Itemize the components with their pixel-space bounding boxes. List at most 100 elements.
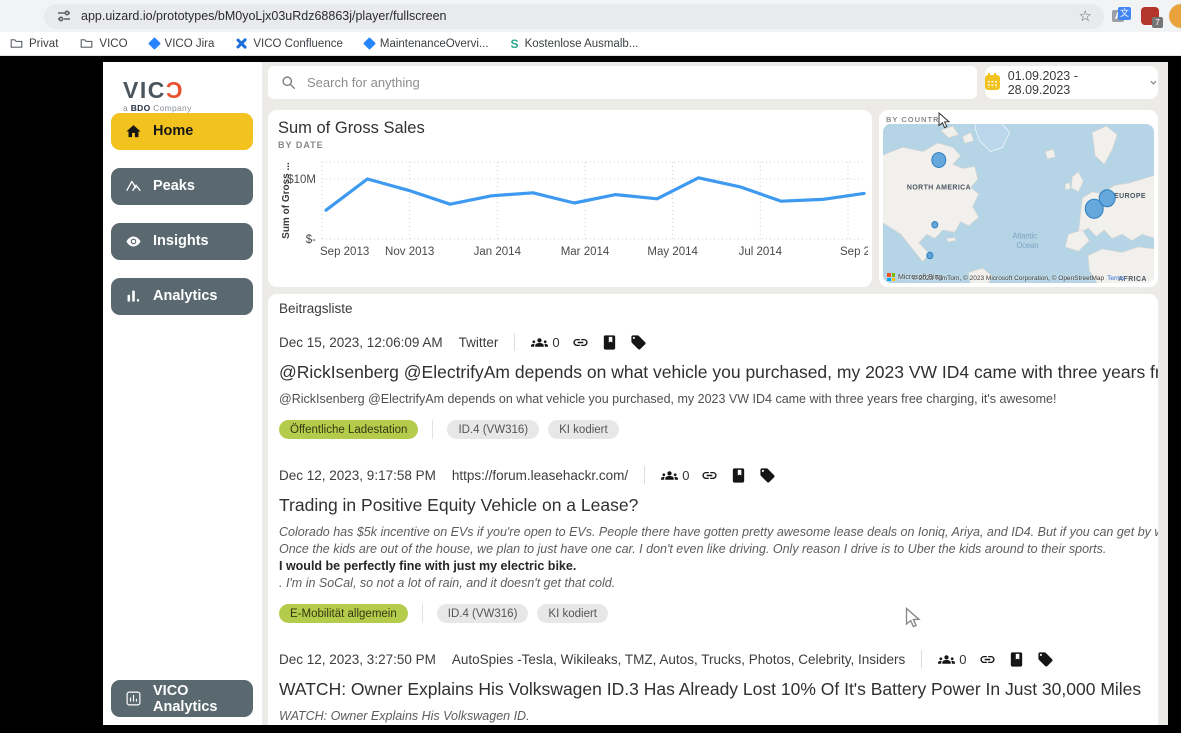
link-icon[interactable] <box>572 334 589 351</box>
map-label-ocean-2: Ocean <box>1017 241 1039 250</box>
date-range-picker[interactable]: 01.09.2023 - 28.09.2023 <box>985 66 1158 99</box>
sidebar-item-home[interactable]: Home <box>111 113 253 150</box>
calendar-icon <box>985 75 1000 90</box>
tag-category: E-Mobilität allgemein <box>279 604 408 623</box>
map-label-ocean-1: Atlantic <box>1013 231 1038 240</box>
address-bar[interactable]: app.uizard.io/prototypes/bM0yoLjx03uRdz6… <box>44 4 1104 29</box>
post-tags: Öffentliche Ladestation ID.4 (VW316) KI … <box>279 420 1158 439</box>
main-content: 01.09.2023 - 28.09.2023 Sum of Gross Sal… <box>262 62 1168 725</box>
tag-coding: KI kodiert <box>548 420 619 439</box>
post-item: Dec 12, 2023, 9:17:58 PM https://forum.l… <box>279 466 1158 623</box>
bookmark-ausmalbilder[interactable]: S Kostenlose Ausmalb... <box>511 37 639 51</box>
group-icon[interactable] <box>661 467 678 484</box>
post-body-line: @RickIsenberg @ElectrifyAm depends on wh… <box>279 391 1158 408</box>
country-map-card: BY COUNTRY <box>879 110 1158 287</box>
post-date: Dec 12, 2023, 9:17:58 PM <box>279 468 436 483</box>
post-count: 0 <box>959 652 966 667</box>
browser-toolbar: app.uizard.io/prototypes/bM0yoLjx03uRdz6… <box>0 0 1181 32</box>
post-date: Dec 12, 2023, 3:27:50 PM <box>279 652 436 667</box>
book-icon[interactable] <box>730 467 747 484</box>
group-icon[interactable] <box>938 651 955 668</box>
map-label-north-america: NORTH AMERICA <box>907 183 971 192</box>
post-item: Dec 12, 2023, 3:27:50 PM AutoSpies -Tesl… <box>279 650 1158 725</box>
jira-icon <box>363 37 376 50</box>
map-terms-link[interactable]: Terms <box>1107 275 1125 282</box>
divider <box>921 650 922 668</box>
post-count: 0 <box>682 468 689 483</box>
post-meta: Dec 12, 2023, 3:27:50 PM AutoSpies -Tesl… <box>279 650 1158 668</box>
divider <box>432 420 433 439</box>
extension-icon[interactable]: 7 <box>1141 7 1159 25</box>
book-icon[interactable] <box>1008 651 1025 668</box>
bookmark-maintenance[interactable]: MaintenanceOvervi... <box>365 38 489 50</box>
world-map[interactable]: NORTH AMERICA EUROPE AFRICA Atlantic Oce… <box>883 124 1154 283</box>
post-source: https://forum.leasehackr.com/ <box>452 468 628 483</box>
confluence-icon <box>236 38 247 49</box>
search-input[interactable] <box>307 75 964 90</box>
bookmark-vico-jira[interactable]: VICO Jira <box>150 38 215 50</box>
sidebar-item-analytics[interactable]: Analytics <box>111 278 253 315</box>
chevron-down-icon <box>1149 78 1158 87</box>
link-icon[interactable] <box>979 651 996 668</box>
url-text[interactable]: app.uizard.io/prototypes/bM0yoLjx03uRdz6… <box>81 9 1070 23</box>
site-info-icon[interactable] <box>56 8 72 24</box>
svg-text:Sep 2014: Sep 2014 <box>840 246 868 258</box>
post-item: Dec 15, 2023, 12:06:09 AM Twitter 0 @Ric… <box>279 333 1158 439</box>
folder-icon <box>10 37 23 50</box>
svg-text:Nov 2013: Nov 2013 <box>385 246 434 258</box>
sidebar-item-vico-analytics[interactable]: VICO Analytics <box>111 680 253 717</box>
search-bar <box>268 66 977 99</box>
bookmarks-bar: Privat VICO VICO Jira VICO Confluence Ma… <box>0 32 1181 56</box>
svg-text:Mar 2014: Mar 2014 <box>561 246 610 258</box>
chart-title: Sum of Gross Sales <box>278 119 872 138</box>
post-body-line: Once the kids are out of the house, we p… <box>279 541 1158 558</box>
bookmark-star-icon[interactable]: ☆ <box>1079 7 1092 25</box>
tag-icon[interactable] <box>630 334 647 351</box>
map-subtitle: BY COUNTRY <box>886 115 1154 124</box>
post-meta: Dec 15, 2023, 12:06:09 AM Twitter 0 <box>279 333 1158 351</box>
divider <box>422 604 423 623</box>
tag-model: ID.4 (VW316) <box>437 604 529 623</box>
svg-text:May 2014: May 2014 <box>647 246 698 258</box>
post-meta: Dec 12, 2023, 9:17:58 PM https://forum.l… <box>279 466 1158 484</box>
group-icon[interactable] <box>531 334 548 351</box>
tag-icon[interactable] <box>1037 651 1054 668</box>
map-label-europe: EUROPE <box>1114 191 1146 200</box>
tag-icon[interactable] <box>759 467 776 484</box>
bookmark-privat[interactable]: Privat <box>10 37 58 50</box>
book-icon[interactable] <box>601 334 618 351</box>
post-source: Twitter <box>459 335 499 350</box>
home-icon <box>125 123 142 140</box>
post-date: Dec 15, 2023, 12:06:09 AM <box>279 335 443 350</box>
bookmark-vico[interactable]: VICO <box>80 37 127 50</box>
bookmark-vico-confluence[interactable]: VICO Confluence <box>236 38 343 50</box>
post-title[interactable]: Trading in Positive Equity Vehicle on a … <box>279 495 1158 516</box>
translate-icon[interactable]: A文 <box>1112 7 1131 26</box>
link-icon[interactable] <box>701 467 718 484</box>
map-marker[interactable] <box>1099 190 1115 207</box>
sidebar-item-insights[interactable]: Insights <box>111 223 253 260</box>
sidebar-item-peaks[interactable]: Peaks <box>111 168 253 205</box>
profile-avatar[interactable] <box>1169 4 1181 28</box>
map-marker[interactable] <box>927 252 933 258</box>
posts-list-card: Beitragsliste Dec 15, 2023, 12:06:09 AM … <box>268 294 1158 725</box>
folder-icon <box>80 37 93 50</box>
svg-text:Jul 2014: Jul 2014 <box>739 246 783 258</box>
post-body-line: WATCH: Owner Explains His Volkswagen ID. <box>279 708 1158 725</box>
post-count: 0 <box>552 335 559 350</box>
search-icon <box>281 75 296 90</box>
post-source: AutoSpies -Tesla, Wikileaks, TMZ, Autos,… <box>452 652 905 667</box>
tag-category: Öffentliche Ladestation <box>279 420 418 439</box>
analytics-box-icon <box>125 690 142 707</box>
eye-icon <box>125 233 142 250</box>
svg-text:Sum of Gross ...: Sum of Gross ... <box>281 162 292 239</box>
post-tags: E-Mobilität allgemein ID.4 (VW316) KI ko… <box>279 604 1158 623</box>
tag-coding: KI kodiert <box>537 604 608 623</box>
chart-subtitle: BY DATE <box>278 140 872 150</box>
post-title[interactable]: WATCH: Owner Explains His Volkswagen ID.… <box>279 679 1158 700</box>
gross-sales-chart-card: Sum of Gross Sales BY DATE Sep 2013Nov 2… <box>268 110 872 287</box>
map-marker[interactable] <box>932 222 938 228</box>
post-title[interactable]: @RickIsenberg @ElectrifyAm depends on wh… <box>279 362 1158 383</box>
map-marker[interactable] <box>932 153 946 168</box>
map-canvas: NORTH AMERICA EUROPE AFRICA Atlantic Oce… <box>883 124 1154 283</box>
